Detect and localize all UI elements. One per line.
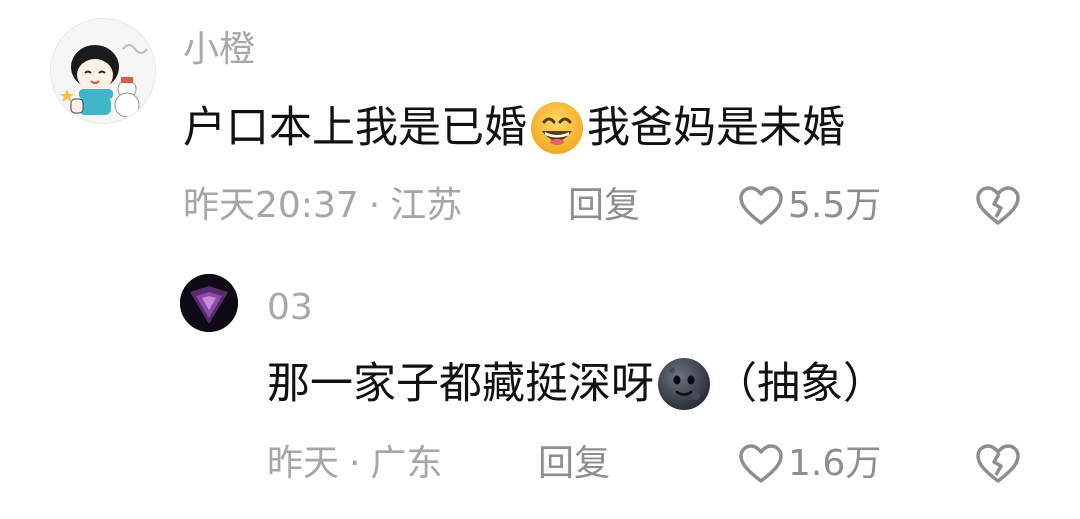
meta-separator: · (368, 185, 381, 226)
heart-outline-icon (738, 443, 788, 485)
comment-text-part: 我爸妈是未婚 (587, 102, 845, 153)
reply-button[interactable]: 回复 (568, 188, 640, 224)
comment-text: 那一家子都藏挺深呀 （抽象） (267, 354, 886, 414)
heart-outline-icon (738, 185, 788, 227)
broken-heart-icon (975, 443, 1021, 485)
comment-meta: 昨天 · 广东 (267, 446, 442, 482)
comment-text-part: 那一家子都藏挺深呀 (267, 358, 654, 409)
like-button[interactable]: 5.5万 (738, 185, 881, 227)
dislike-button[interactable] (975, 443, 1021, 489)
comment-text-part: （抽象） (714, 358, 886, 409)
dislike-button[interactable] (975, 185, 1021, 231)
comment-reply-item: 03 那一家子都藏挺深呀 （抽象） 昨天 · 广东 回复 1.6万 (0, 260, 1080, 519)
comment-text-part: 户口本上我是已婚 (183, 102, 527, 153)
comment-meta: 昨天20:37 · 江苏 (183, 188, 462, 224)
location: 江苏 (390, 185, 463, 226)
like-count: 5.5万 (788, 185, 882, 226)
timestamp: 昨天20:37 (183, 185, 359, 226)
grinning-face-emoji-icon (529, 100, 585, 156)
new-moon-face-emoji-icon (656, 356, 712, 412)
avatar[interactable] (180, 274, 238, 332)
comment-text: 户口本上我是已婚 我爸妈是未婚 (183, 98, 845, 158)
username[interactable]: 03 (267, 290, 313, 326)
like-count: 1.6万 (788, 443, 882, 484)
reply-button[interactable]: 回复 (538, 446, 610, 482)
timestamp: 昨天 (267, 443, 340, 484)
like-button[interactable]: 1.6万 (738, 443, 881, 485)
avatar[interactable] (50, 18, 156, 124)
broken-heart-icon (975, 185, 1021, 227)
username[interactable]: 小橙 (183, 32, 255, 68)
meta-separator: · (349, 443, 361, 484)
location: 广东 (370, 443, 443, 484)
comment-item: 小橙 户口本上我是已婚 我爸妈是未婚 昨天20:37 · 江苏 回复 5.5万 (0, 0, 1080, 260)
